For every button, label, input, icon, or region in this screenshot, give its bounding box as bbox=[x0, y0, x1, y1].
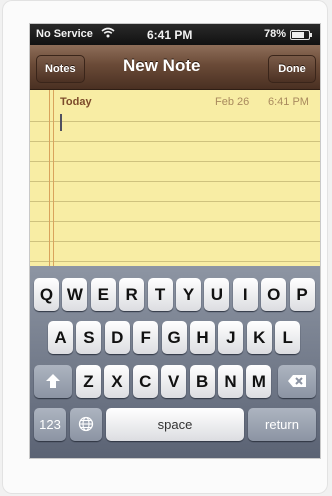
key-v[interactable]: V bbox=[161, 365, 187, 398]
note-month-day: Feb 26 bbox=[215, 96, 250, 108]
backspace-icon bbox=[288, 375, 306, 387]
key-h[interactable]: H bbox=[190, 321, 215, 354]
key-p[interactable]: P bbox=[289, 278, 315, 311]
key-z[interactable]: Z bbox=[76, 365, 101, 398]
key-g[interactable]: G bbox=[161, 321, 187, 354]
backspace-key[interactable] bbox=[278, 365, 316, 398]
shift-key[interactable] bbox=[34, 365, 72, 398]
shift-arrow-icon bbox=[46, 374, 60, 388]
note-editor[interactable]: Today Feb 26 6:41 PM bbox=[30, 90, 320, 266]
navigation-bar: Notes New Note Done bbox=[30, 45, 320, 90]
carrier-label: No Service bbox=[36, 28, 93, 40]
text-cursor bbox=[60, 114, 62, 131]
key-y[interactable]: Y bbox=[176, 278, 201, 311]
key-m[interactable]: M bbox=[246, 365, 272, 398]
status-time: 6:41 PM bbox=[147, 28, 193, 42]
note-date-label: Today bbox=[60, 96, 92, 108]
key-o[interactable]: O bbox=[261, 278, 287, 311]
space-key[interactable]: space bbox=[106, 408, 244, 441]
onscreen-keyboard: QWERTYUIOP ASDFGHJKL ZXCVBNM 123 space r… bbox=[30, 266, 320, 458]
done-button[interactable]: Done bbox=[268, 55, 316, 83]
key-a[interactable]: A bbox=[48, 321, 73, 354]
page-title: New Note bbox=[123, 56, 201, 75]
key-t[interactable]: T bbox=[147, 278, 173, 311]
key-b[interactable]: B bbox=[189, 365, 215, 398]
note-time: 6:41 PM bbox=[268, 96, 309, 108]
key-r[interactable]: R bbox=[119, 278, 145, 311]
key-u[interactable]: U bbox=[204, 278, 230, 311]
globe-key[interactable] bbox=[70, 408, 102, 441]
key-x[interactable]: X bbox=[104, 365, 130, 398]
battery-icon bbox=[290, 30, 312, 40]
status-bar: No Service 6:41 PM 78% bbox=[30, 24, 320, 45]
wifi-icon bbox=[101, 27, 115, 41]
key-c[interactable]: C bbox=[132, 365, 158, 398]
key-i[interactable]: I bbox=[232, 278, 258, 311]
key-q[interactable]: Q bbox=[34, 278, 59, 311]
key-k[interactable]: K bbox=[246, 321, 272, 354]
globe-icon bbox=[78, 416, 94, 432]
key-n[interactable]: N bbox=[218, 365, 243, 398]
phone-screen: No Service 6:41 PM 78% Notes New Note Do… bbox=[30, 24, 320, 458]
notes-back-button[interactable]: Notes bbox=[36, 55, 85, 83]
battery-percent: 78% bbox=[264, 28, 287, 40]
key-j[interactable]: J bbox=[218, 321, 244, 354]
key-d[interactable]: D bbox=[104, 321, 130, 354]
key-w[interactable]: W bbox=[62, 278, 88, 311]
battery-level bbox=[292, 32, 304, 38]
key-s[interactable]: S bbox=[76, 321, 102, 354]
return-key[interactable]: return bbox=[248, 408, 316, 441]
key-f[interactable]: F bbox=[133, 321, 159, 354]
numbers-key[interactable]: 123 bbox=[34, 408, 66, 441]
key-l[interactable]: L bbox=[275, 321, 301, 354]
key-e[interactable]: E bbox=[90, 278, 116, 311]
device-frame: No Service 6:41 PM 78% Notes New Note Do… bbox=[2, 0, 328, 494]
